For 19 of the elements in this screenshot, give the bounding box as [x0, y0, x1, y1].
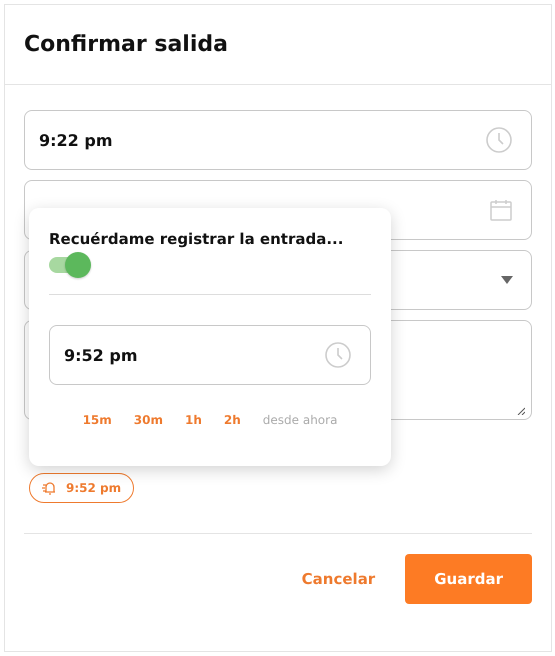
reminder-chip[interactable]: 9:52 pm: [29, 473, 134, 503]
resize-handle-icon: [517, 407, 525, 415]
preset-option[interactable]: 2h: [224, 413, 241, 427]
calendar-icon: [489, 198, 513, 222]
clock-icon: [324, 341, 352, 369]
caret-icon: [501, 276, 513, 284]
save-button[interactable]: Guardar: [405, 554, 532, 604]
reminder-toggle[interactable]: [49, 252, 93, 278]
cancel-button[interactable]: Cancelar: [302, 554, 376, 604]
time-field[interactable]: 9:22 pm: [24, 110, 532, 170]
reminder-label: Recuérdame registrar la entrada...: [49, 230, 344, 248]
preset-option[interactable]: 15m: [82, 413, 112, 427]
bell-icon: [42, 480, 58, 496]
preset-option[interactable]: 30m: [134, 413, 163, 427]
dialog-title: Confirmar salida: [24, 32, 228, 57]
preset-hint: desde ahora: [262, 413, 338, 427]
clock-icon: [485, 126, 513, 154]
preset-option[interactable]: 1h: [184, 413, 202, 427]
reminder-time-field[interactable]: 9:52 pm: [49, 325, 371, 385]
